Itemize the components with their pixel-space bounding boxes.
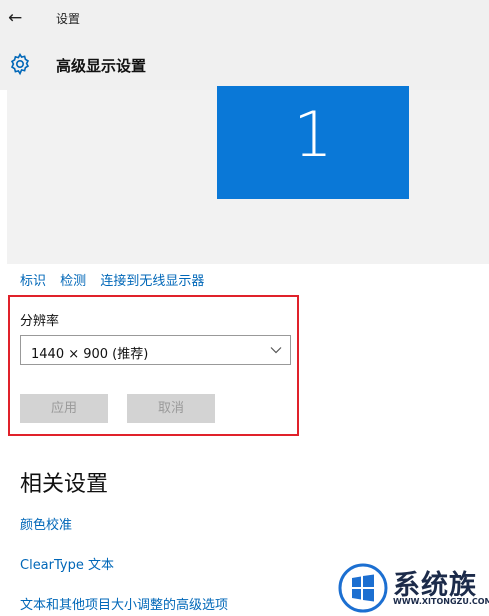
detect-link[interactable]: 检测 (60, 274, 86, 289)
watermark-logo: 系统族 WWW.XITONGZU.COM (338, 561, 489, 616)
chevron-down-icon (270, 347, 282, 354)
resolution-selected-value: 1440 × 900 (推荐) (31, 347, 149, 362)
cancel-button[interactable]: 取消 (127, 394, 215, 423)
display-links: 标识 检测 连接到无线显示器 (20, 270, 214, 289)
title-bar: ← 设置 高级显示设置 (0, 0, 489, 90)
connect-wireless-display-link[interactable]: 连接到无线显示器 (100, 274, 204, 289)
color-calibration-link[interactable]: 颜色校准 (20, 514, 72, 533)
advanced-sizing-link[interactable]: 文本和其他项目大小调整的高级选项 (20, 594, 228, 613)
gear-icon (10, 52, 30, 76)
monitor-tile[interactable]: 1 (217, 86, 409, 199)
related-settings-heading: 相关设置 (20, 472, 109, 497)
display-preview-area: 1 (7, 86, 489, 264)
page-title: 高级显示设置 (56, 57, 147, 75)
resolution-dropdown[interactable]: 1440 × 900 (推荐) (20, 335, 291, 365)
windows-logo-icon (338, 563, 388, 613)
monitor-number: 1 (293, 98, 333, 171)
watermark-url: WWW.XITONGZU.COM (393, 597, 489, 606)
identify-link[interactable]: 标识 (20, 274, 46, 289)
apply-button[interactable]: 应用 (20, 394, 108, 423)
cleartype-text-link[interactable]: ClearType 文本 (20, 554, 114, 573)
resolution-label: 分辨率 (20, 314, 60, 329)
back-arrow-icon[interactable]: ← (8, 8, 28, 28)
window-title: 设置 (56, 12, 81, 26)
